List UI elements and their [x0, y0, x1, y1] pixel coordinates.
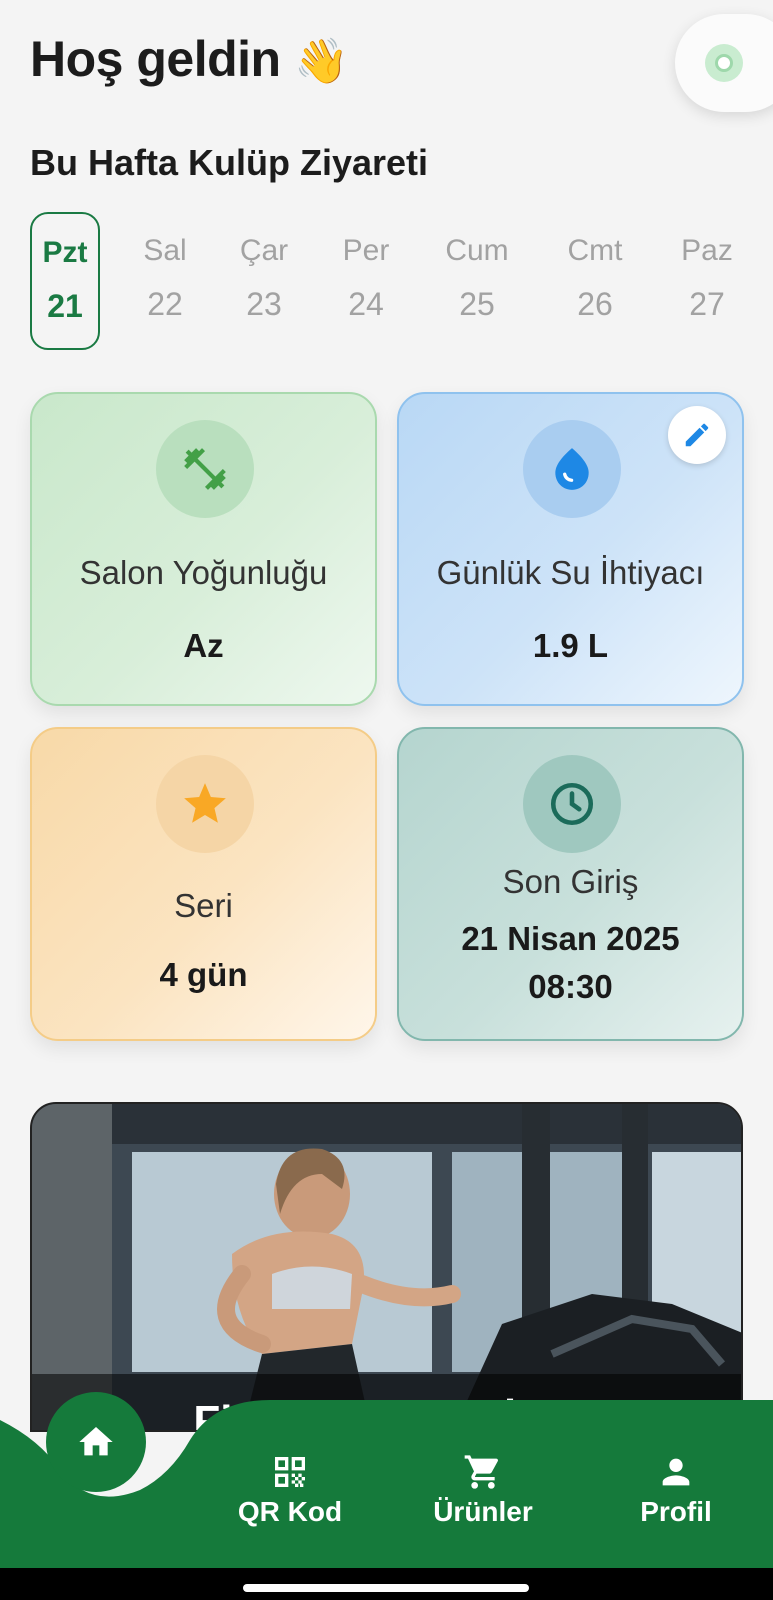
day-number: 21	[47, 288, 83, 324]
section-title: Bu Hafta Kulüp Ziyareti	[30, 142, 429, 183]
day-name: Cmt	[567, 234, 623, 267]
water-need-card[interactable]: Günlük Su İhtiyacı 1.9 L	[397, 392, 744, 706]
last-entry-time: 08:30	[528, 968, 613, 1005]
gym-density-card[interactable]: Salon Yoğunluğu Az	[30, 392, 377, 706]
wave-emoji-icon: 👋	[293, 36, 349, 87]
nav-item-profile[interactable]: Profil	[596, 1452, 756, 1528]
person-icon	[662, 1458, 690, 1486]
nav-item-qr[interactable]: QR Kod	[210, 1452, 370, 1528]
greeting-text: Hoş geldin	[30, 31, 281, 87]
day-number: 24	[348, 286, 384, 322]
day-number: 27	[689, 286, 725, 322]
nav-label: Profil	[640, 1496, 712, 1527]
week-day-selector: Pzt 21 Sal 22 Çar 23 Per 24 Cum 25 Cmt 2…	[0, 212, 773, 352]
card-value: 4 gün	[159, 956, 248, 993]
card-value: Az	[183, 627, 224, 664]
star-icon	[156, 755, 254, 853]
card-label: Salon Yoğunluğu	[79, 554, 328, 591]
home-indicator[interactable]	[243, 1584, 529, 1592]
day-number: 23	[246, 286, 282, 322]
home-icon	[79, 1427, 113, 1456]
day-item-wed[interactable]: Çar 23	[228, 212, 300, 350]
day-item-thu[interactable]: Per 24	[330, 212, 402, 350]
day-name: Per	[342, 234, 390, 267]
streak-card[interactable]: Seri 4 gün	[30, 727, 377, 1041]
home-button[interactable]	[46, 1392, 146, 1492]
qr-code-icon	[275, 1457, 305, 1487]
day-name: Cum	[445, 234, 509, 267]
day-item-sat[interactable]: Cmt 26	[552, 212, 638, 350]
day-name: Pzt	[42, 236, 88, 269]
day-number: 25	[459, 286, 495, 322]
day-item-fri[interactable]: Cum 25	[432, 212, 522, 350]
status-toggle[interactable]	[675, 14, 773, 112]
day-number: 22	[147, 286, 183, 322]
nav-item-products[interactable]: Ürünler	[403, 1452, 563, 1528]
greeting-title: Hoş geldin 👋	[30, 30, 349, 88]
card-label: Seri	[174, 887, 233, 924]
cart-icon	[464, 1455, 499, 1489]
day-name: Sal	[143, 234, 187, 267]
last-entry-card[interactable]: Son Giriş 21 Nisan 2025 08:30	[397, 727, 744, 1041]
day-name: Paz	[681, 234, 733, 267]
status-dot-icon	[705, 44, 743, 82]
day-number: 26	[577, 286, 613, 322]
dumbbell-icon	[156, 420, 254, 518]
clock-icon	[523, 755, 621, 853]
water-drop-icon	[523, 420, 621, 518]
day-item-tue[interactable]: Sal 22	[130, 212, 200, 350]
last-entry-date: 21 Nisan 2025	[461, 920, 680, 957]
bottom-navigation: QR Kod Ürünler Profil	[0, 1380, 773, 1570]
system-home-bar	[0, 1568, 773, 1600]
card-label: Günlük Su İhtiyacı	[436, 554, 705, 591]
card-label: Son Giriş	[502, 863, 639, 900]
day-item-sun[interactable]: Paz 27	[670, 212, 744, 350]
nav-label: Ürünler	[433, 1496, 533, 1527]
day-item-mon[interactable]: Pzt 21	[30, 212, 100, 350]
nav-label: QR Kod	[237, 1496, 343, 1527]
day-name: Çar	[239, 234, 289, 267]
card-value: 1.9 L	[532, 627, 609, 664]
pencil-icon	[685, 423, 709, 447]
edit-water-button[interactable]	[668, 406, 726, 464]
